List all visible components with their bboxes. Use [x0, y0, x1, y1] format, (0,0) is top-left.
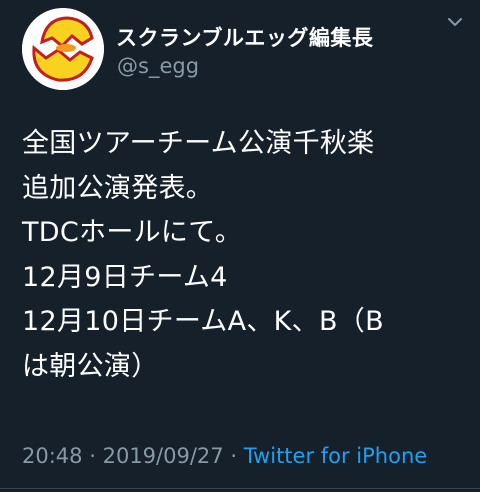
tweet-text-line: 追加公演発表。 — [22, 172, 214, 204]
author-handle[interactable]: @s_egg — [117, 54, 199, 78]
tweet-source-link[interactable]: Twitter for iPhone — [244, 444, 428, 468]
chevron-down-icon[interactable] — [447, 14, 463, 30]
broken-egg-icon — [22, 8, 104, 90]
tweet-text-line: は朝公演） — [22, 350, 159, 382]
tweet-text-line: 12月10日チームA、K、B（B — [22, 306, 384, 338]
tweet-meta: 20:48 · 2019/09/27 · Twitter for iPhone — [22, 444, 427, 468]
tweet-date[interactable]: 2019/09/27 — [103, 444, 224, 468]
tweet-text-line: 12月9日チーム4 — [22, 261, 228, 293]
divider — [0, 488, 480, 489]
meta-separator: · — [89, 444, 96, 468]
tweet-text-line: TDCホールにて。 — [22, 217, 243, 249]
meta-separator: · — [230, 444, 238, 468]
tweet-time[interactable]: 20:48 — [22, 444, 83, 468]
tweet-text: 全国ツアーチーム公演千秋楽 追加公演発表。 TDCホールにて。 12月9日チーム… — [22, 122, 472, 390]
author-display-name[interactable]: スクランブルエッグ編集長 — [116, 22, 373, 52]
tweet-card: スクランブルエッグ編集長 @s_egg 全国ツアーチーム公演千秋楽 追加公演発表… — [0, 0, 480, 492]
avatar[interactable] — [22, 8, 104, 90]
tweet-text-line: 全国ツアーチーム公演千秋楽 — [22, 128, 375, 159]
